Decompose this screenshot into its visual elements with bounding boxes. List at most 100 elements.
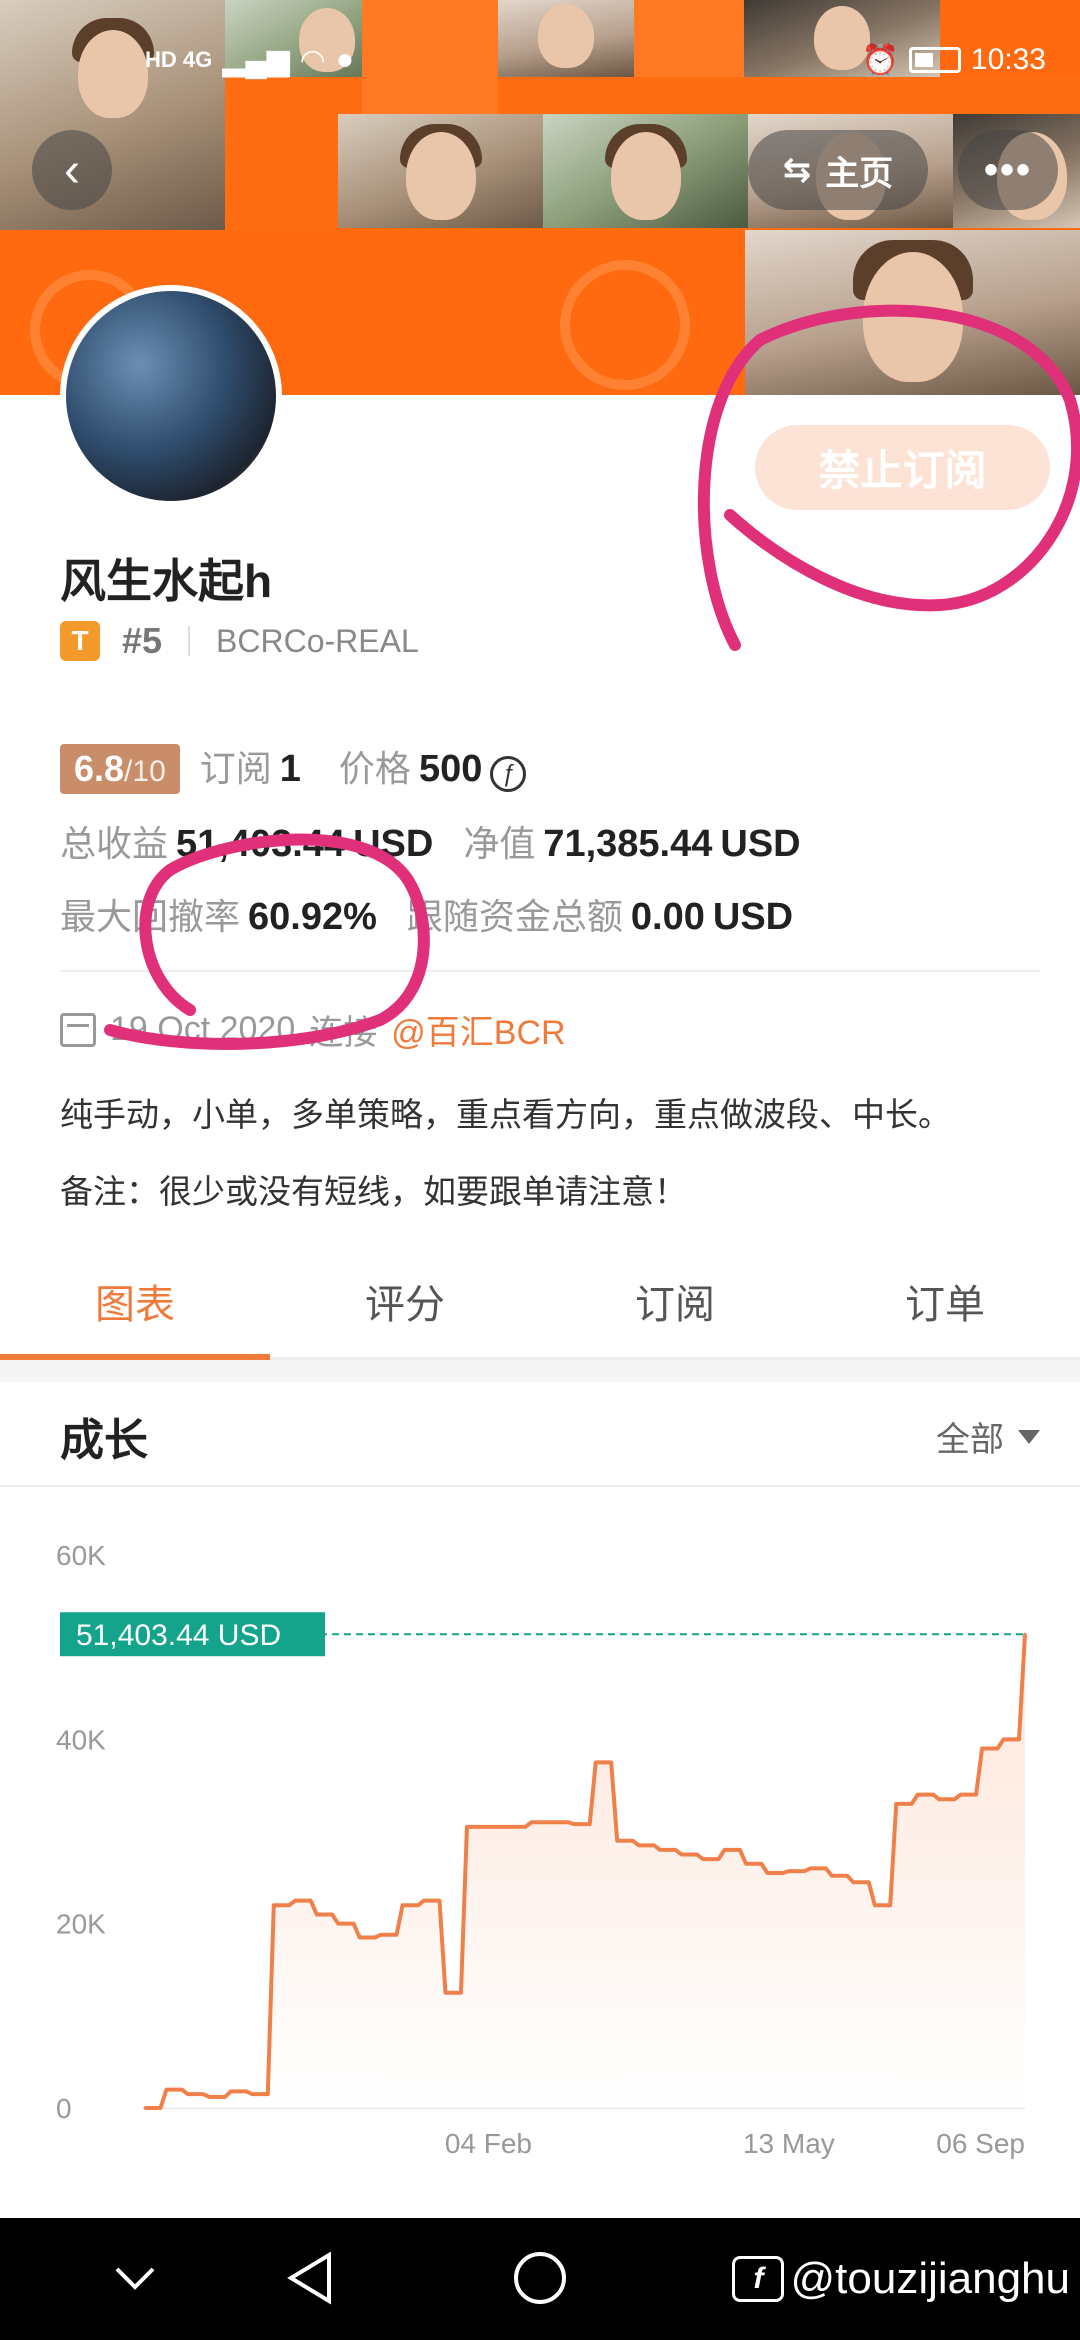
- data-point: [551, 1820, 555, 1824]
- data-point: [207, 2095, 211, 2099]
- caret-down-icon: [1018, 1429, 1040, 1444]
- home-button[interactable]: ⇆ 主页: [748, 130, 928, 210]
- data-point: [229, 2089, 233, 2093]
- data-point: [701, 1857, 705, 1861]
- data-point: [336, 1922, 340, 1926]
- follow-funds-currency: USD: [712, 896, 794, 938]
- score-max: /10: [124, 755, 166, 788]
- description-line-2: 备注：很少或没有短线，如要跟单请注意！: [60, 1173, 687, 1210]
- total-profit-label: 总收益: [60, 823, 169, 864]
- data-point: [529, 1820, 533, 1824]
- data-point: [572, 1822, 576, 1826]
- banner-photo: [745, 230, 1080, 395]
- stats-row-1: 6.8/10 订阅 1 价格 500 ƒ: [60, 740, 527, 794]
- data-point: [250, 2092, 254, 2096]
- section-title: 成长: [60, 1416, 148, 1465]
- nav-collapse-button[interactable]: [105, 2248, 165, 2308]
- data-point: [443, 1991, 447, 1995]
- y-tick-label: 40K: [56, 1724, 106, 1755]
- net-value-label: 净值: [463, 823, 536, 864]
- subscribe-button[interactable]: 禁止订阅: [755, 425, 1050, 510]
- data-point: [615, 1839, 619, 1843]
- connection-row: 19 Oct 2020 连接 @百汇BCR: [60, 1005, 566, 1054]
- watermark-text: @touzijianghu: [790, 2254, 1070, 2303]
- data-point: [401, 1903, 405, 1907]
- data-point: [637, 1843, 641, 1847]
- data-point: [1002, 1737, 1006, 1741]
- data-point: [143, 2106, 147, 2110]
- stats-row-2: 总收益 51,403.44 USD 净值 71,385.44 USD: [60, 815, 801, 867]
- calendar-icon: [60, 1012, 96, 1047]
- description-line-1: 纯手动，小单，多单策略，重点看方向，重点做波段、中长。: [60, 1096, 951, 1133]
- banner-tile: [634, 0, 744, 77]
- total-profit-value: 51,403.44: [176, 823, 346, 865]
- tab-rating[interactable]: 评分: [270, 1245, 540, 1357]
- data-point: [680, 1853, 684, 1857]
- banner-photo: [543, 114, 748, 228]
- swap-arrows-icon: ⇆: [782, 151, 812, 189]
- data-point: [959, 1793, 963, 1797]
- score-value: 6.8: [74, 748, 125, 789]
- data-point: [186, 2092, 190, 2096]
- x-tick-label: 04 Feb: [445, 2128, 532, 2159]
- banner-photo: [498, 0, 634, 77]
- triangle-back-icon: [287, 2251, 331, 2305]
- price-label: 价格: [338, 748, 411, 789]
- network-indicator: HD 4G: [145, 47, 213, 72]
- tab-chart[interactable]: 图表: [0, 1245, 270, 1360]
- tab-subscriptions[interactable]: 订阅: [540, 1245, 810, 1357]
- tab-orders[interactable]: 订单: [810, 1245, 1080, 1357]
- subscribe-count: 1: [279, 748, 301, 790]
- rank-value: #5: [122, 620, 163, 661]
- price-value: 500: [418, 748, 483, 790]
- watermark: f @touzijianghu: [732, 2254, 1070, 2304]
- data-point: [830, 1874, 834, 1878]
- broker-link[interactable]: @百汇BCR: [391, 1005, 565, 1054]
- net-value-value: 71,385.44: [543, 823, 713, 865]
- data-point: [486, 1825, 490, 1829]
- connection-date: 19 Oct 2020: [110, 1010, 296, 1048]
- data-point: [851, 1880, 855, 1884]
- nav-home-button[interactable]: [510, 2248, 570, 2308]
- data-point: [164, 2088, 168, 2092]
- chevron-down-icon: [115, 2267, 155, 2290]
- coin-icon: ƒ: [490, 756, 527, 792]
- profile-name: 风生水起h: [60, 555, 273, 607]
- more-dots-icon: •••: [983, 147, 1032, 192]
- avatar[interactable]: [60, 285, 282, 507]
- section-header: 成长 全部: [0, 1382, 1080, 1487]
- data-point: [765, 1871, 769, 1875]
- data-point: [293, 1899, 297, 1903]
- y-tick-label: 0: [56, 2093, 72, 2124]
- data-point: [594, 1760, 598, 1764]
- y-tick-label: 60K: [56, 1540, 106, 1571]
- growth-chart: 0 20K 40K 60K 04 Feb 13 May 06 Sep 51,403.44 US…: [56, 1540, 1027, 2159]
- current-value-label: 51,403.44 USD: [76, 1619, 281, 1652]
- data-point: [744, 1862, 748, 1866]
- data-point: [723, 1848, 727, 1852]
- data-point: [465, 1825, 469, 1829]
- rank-row: T #5 BCRCo-REAL: [60, 620, 419, 662]
- net-value-currency: USD: [720, 823, 801, 865]
- signal-icon: ▂▄▆: [222, 43, 290, 77]
- status-bar-right: ⏰ 10:33: [862, 40, 1046, 80]
- battery-icon: [908, 47, 961, 73]
- tier-badge: T: [60, 621, 100, 661]
- clock: 10:33: [970, 43, 1046, 76]
- range-filter-dropdown[interactable]: 全部: [936, 1412, 1040, 1461]
- wifi-icon: ◠: [299, 43, 326, 77]
- circle-home-icon: [514, 2252, 566, 2304]
- data-point: [658, 1848, 662, 1852]
- back-button[interactable]: ‹: [32, 130, 112, 210]
- tab-bar: 图表 评分 订阅 订单: [0, 1245, 1080, 1360]
- data-point: [422, 1899, 426, 1903]
- follow-funds-value: 0.00: [630, 896, 705, 938]
- home-label: 主页: [825, 154, 894, 193]
- nav-back-button[interactable]: [280, 2248, 340, 2308]
- more-button[interactable]: •••: [958, 130, 1058, 210]
- data-point: [937, 1797, 941, 1801]
- connection-action: 连接: [309, 1014, 378, 1052]
- banner-photo: [0, 0, 225, 230]
- data-point: [894, 1802, 898, 1806]
- system-nav-bar: f @touzijianghu: [0, 2218, 1080, 2340]
